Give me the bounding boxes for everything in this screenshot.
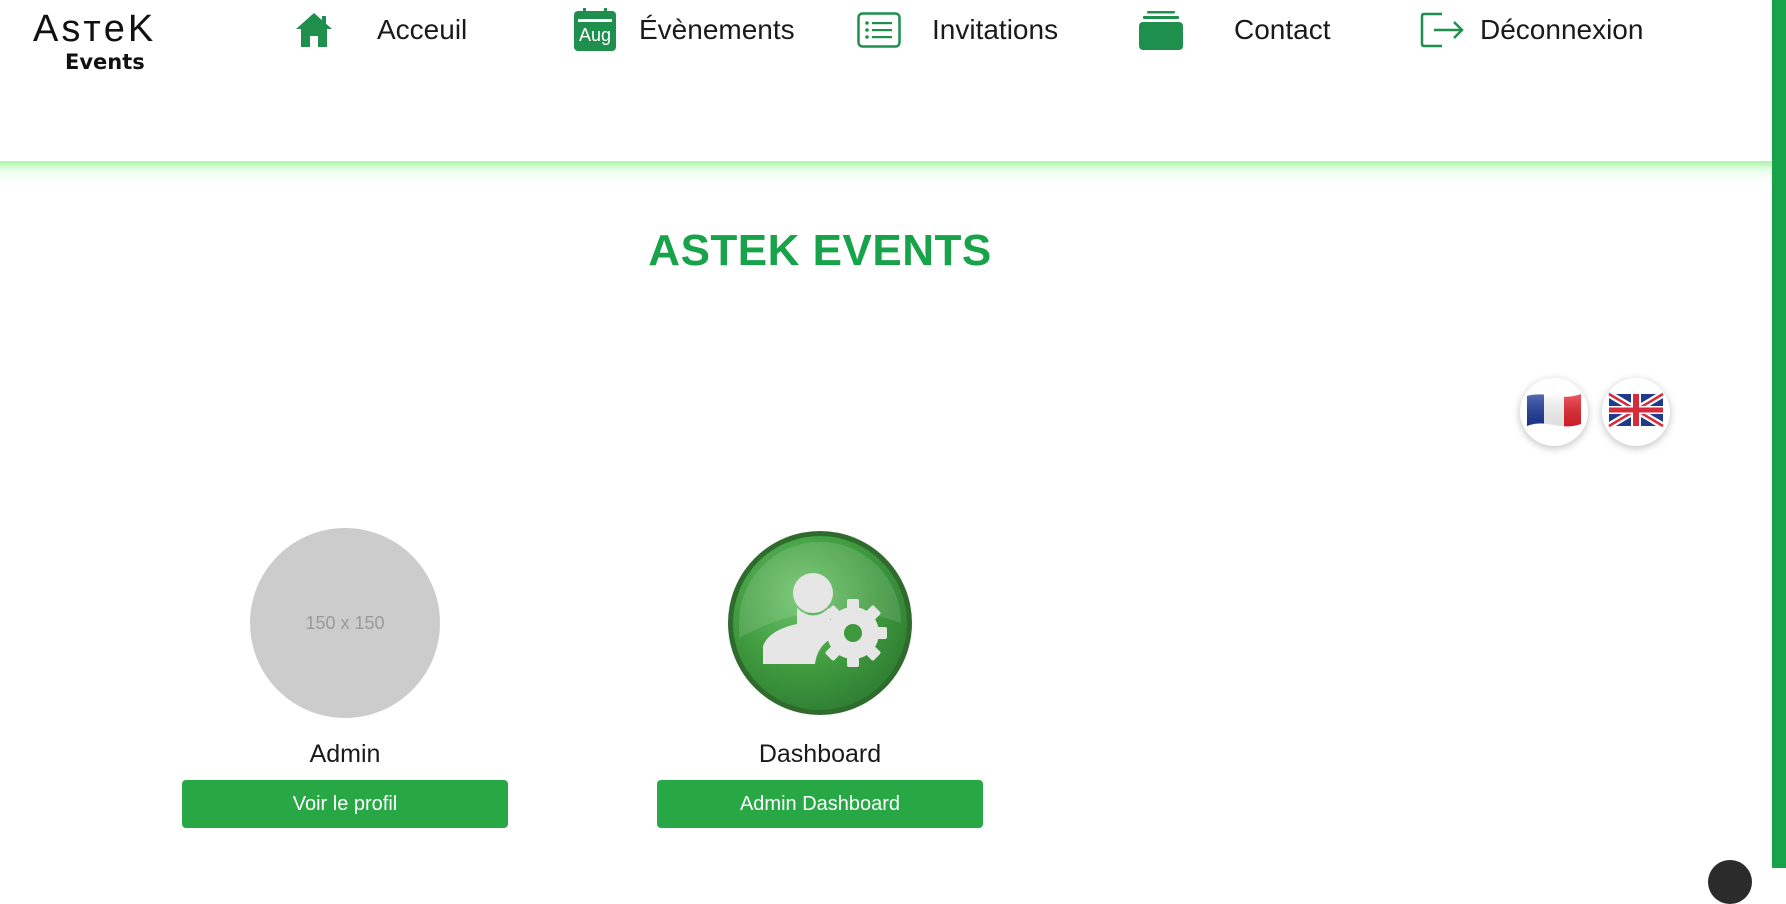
stack-icon <box>1138 7 1184 53</box>
nav-item-deconnexion[interactable]: Déconnexion <box>1420 5 1643 55</box>
header-divider <box>0 161 1772 183</box>
view-profile-button[interactable]: Voir le profil <box>182 780 508 828</box>
logo[interactable]: AsтeK Events <box>33 8 168 74</box>
header: AsтeK Events Acceuil Aug Évènements Invi… <box>0 0 1772 165</box>
page-title: ASTEK EVENTS <box>648 226 992 275</box>
nav-label: Évènements <box>639 14 795 45</box>
france-flag-icon <box>1525 390 1583 435</box>
language-fr-button[interactable] <box>1520 378 1588 446</box>
placeholder-text: 150 x 150 <box>305 612 385 633</box>
calendar-icon: Aug <box>572 7 618 53</box>
nav-item-invitations[interactable]: Invitations <box>856 5 1058 55</box>
admin-card: 150 x 150 Admin Voir le profil <box>182 528 508 828</box>
right-edge-bar <box>1772 0 1786 868</box>
logout-icon <box>1420 7 1466 53</box>
logo-sub: Events <box>65 50 145 74</box>
nav-label: Acceuil <box>377 14 468 45</box>
calendar-icon-text: Aug <box>578 24 612 45</box>
card-title: Admin <box>309 740 381 768</box>
card-title: Dashboard <box>758 740 882 768</box>
scroll-to-top-button[interactable] <box>1708 860 1752 904</box>
nav-label: Invitations <box>932 14 1059 45</box>
language-en-button[interactable] <box>1602 378 1670 446</box>
nav-item-evenements[interactable]: Aug Évènements <box>572 5 795 55</box>
nav-item-acceuil[interactable]: Acceuil <box>291 5 467 55</box>
home-icon <box>291 7 337 53</box>
logo-main: AsтeK <box>33 8 157 50</box>
profile-placeholder-image: 150 x 150 <box>250 528 440 718</box>
nav-label: Déconnexion <box>1480 14 1644 45</box>
nav-label: Contact <box>1234 14 1331 45</box>
admin-dashboard-button[interactable]: Admin Dashboard <box>657 780 983 828</box>
dashboard-card: Dashboard Admin Dashboard <box>657 528 983 828</box>
admin-settings-icon <box>725 528 915 718</box>
nav-item-contact[interactable]: Contact <box>1138 5 1331 55</box>
uk-flag-icon <box>1607 390 1665 435</box>
list-icon <box>856 7 902 53</box>
